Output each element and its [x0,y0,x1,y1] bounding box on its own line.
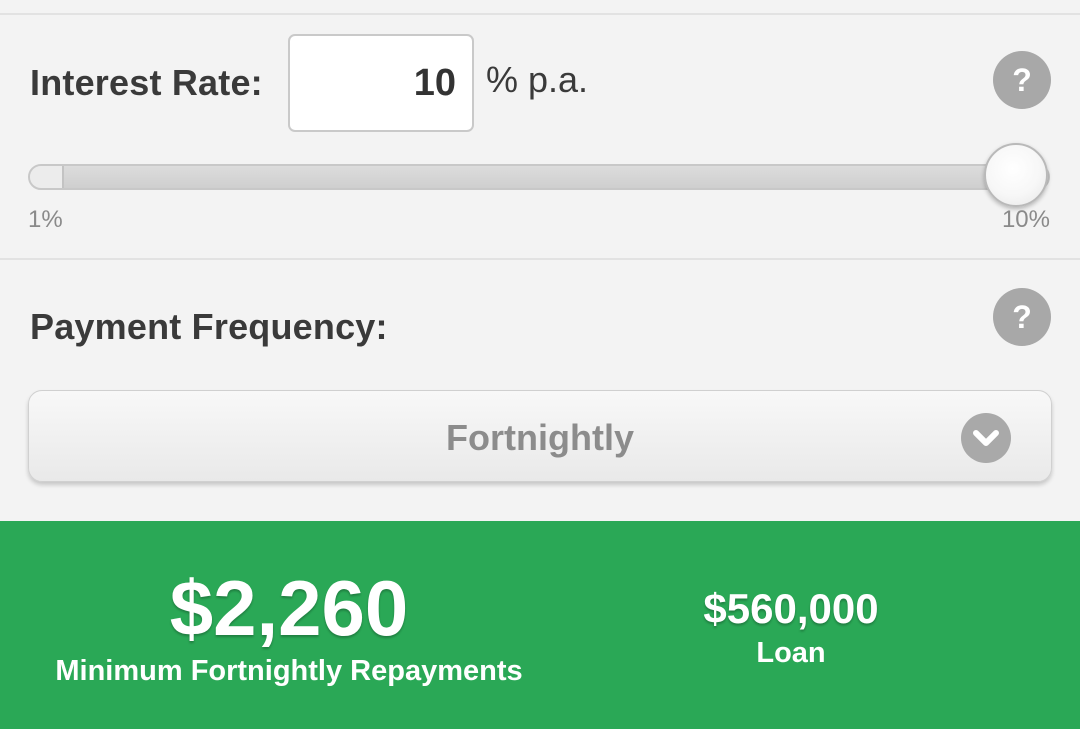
payment-frequency-dropdown[interactable]: Fortnightly [28,390,1052,482]
interest-rate-slider-fill [30,166,1020,188]
interest-rate-label: Interest Rate: [30,62,263,103]
payment-frequency-label: Payment Frequency: [30,306,388,347]
loan-calculator-screen: Interest Rate: % p.a. ? 1% 10% Payment F… [0,0,1080,729]
section-divider [0,258,1080,260]
repayment-amount: $2,260 [169,564,409,652]
repayment-summary-panel: $2,260 Minimum Fortnightly Repayments $5… [0,521,1080,729]
slider-min-label: 1% [28,206,63,233]
interest-rate-unit: % p.a. [486,59,589,100]
interest-rate-slider-track[interactable] [28,164,1050,190]
interest-rate-help-icon[interactable]: ? [993,51,1051,109]
interest-rate-input[interactable] [288,34,474,132]
repayment-amount-label: Minimum Fortnightly Repayments [55,655,523,687]
chevron-down-icon [961,413,1011,463]
interest-rate-slider-handle[interactable] [984,143,1048,207]
payment-frequency-help-icon[interactable]: ? [993,288,1051,346]
slider-max-label: 10% [1001,206,1050,233]
loan-amount-label: Loan [756,637,826,669]
loan-amount: $560,000 [703,585,879,632]
payment-frequency-selected-value: Fortnightly [446,417,634,458]
top-divider [0,13,1080,15]
interest-rate-slider-min-segment [30,166,64,188]
